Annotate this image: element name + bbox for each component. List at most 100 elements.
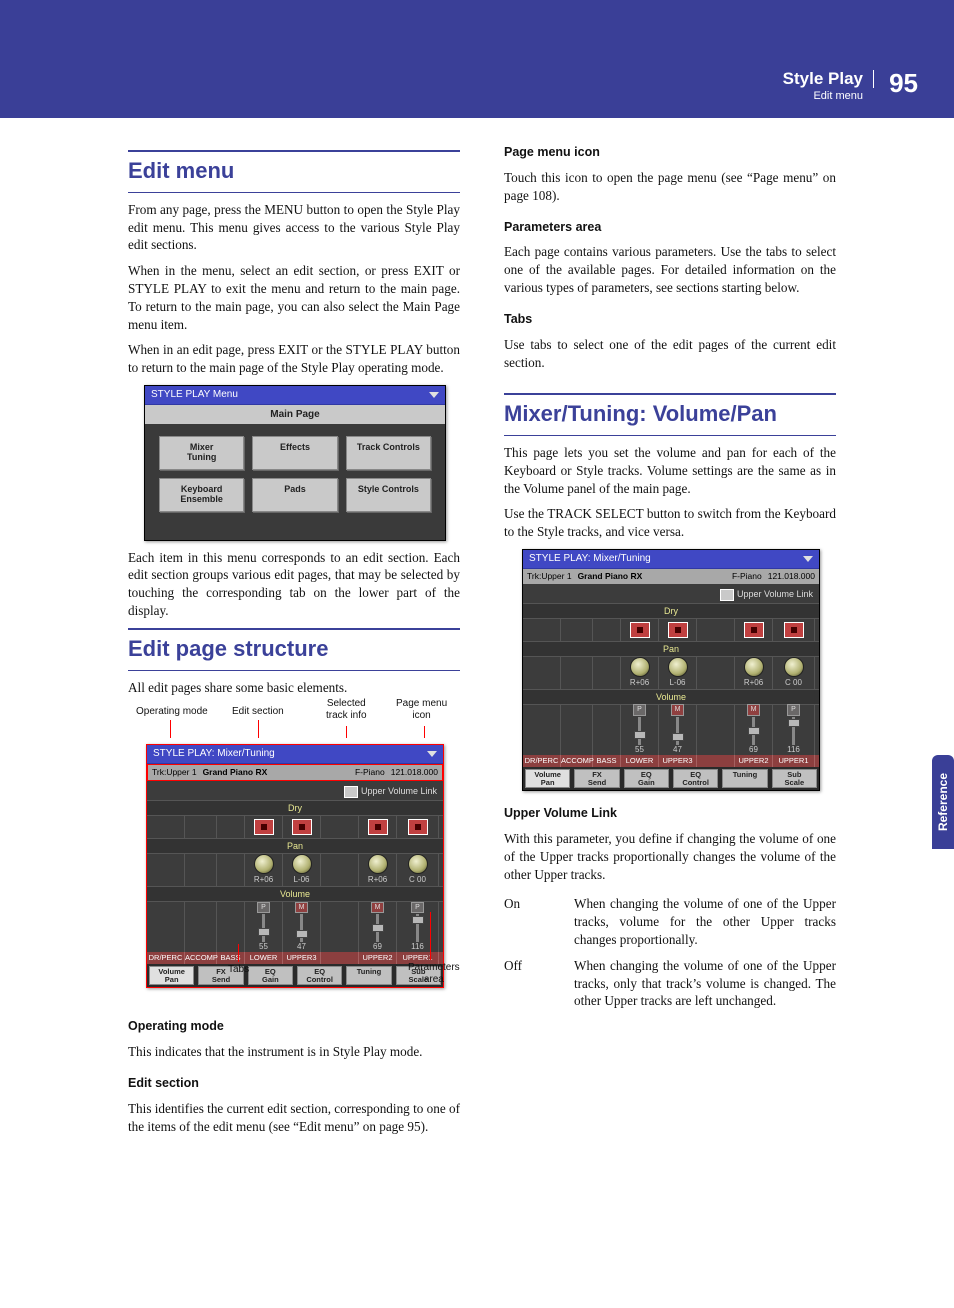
- screenshot-style-play-menu: STYLE PLAY Menu Main Page Mixer Tuning E…: [144, 385, 446, 541]
- mute-icon[interactable]: [368, 819, 388, 835]
- side-tab-reference: Reference: [932, 755, 954, 849]
- paragraph: When in an edit page, press EXIT or the …: [128, 341, 460, 377]
- menu-mixer-tuning[interactable]: Mixer Tuning: [159, 436, 244, 470]
- dropdown-icon[interactable]: [427, 751, 437, 757]
- status-badge: M: [671, 704, 684, 715]
- paragraph: When in the menu, select an edit section…: [128, 262, 460, 333]
- tab-volume-pan[interactable]: Volume Pan: [149, 966, 194, 985]
- pan-knob[interactable]: [292, 854, 312, 874]
- label-edit-section: Edit section: [232, 706, 284, 718]
- volume-fader[interactable]: [634, 731, 646, 739]
- def-body-off: When changing the volume of one of the U…: [574, 953, 836, 1014]
- paragraph: With this parameter, you define if chang…: [504, 830, 836, 883]
- dry-label: Dry: [147, 800, 443, 816]
- track-name: Grand Piano RX: [203, 767, 349, 778]
- main-page-label[interactable]: Main Page: [145, 405, 445, 425]
- menu-style-controls[interactable]: Style Controls: [346, 478, 431, 512]
- sub-upper-volume-link: Upper Volume Link: [504, 805, 836, 822]
- menu-title-bar: STYLE PLAY Menu: [145, 386, 445, 405]
- paragraph: This indicates that the instrument is in…: [128, 1043, 460, 1061]
- menu-effects[interactable]: Effects: [252, 436, 337, 470]
- dropdown-icon[interactable]: [429, 392, 439, 398]
- menu-keyboard-ensemble[interactable]: Keyboard Ensemble: [159, 478, 244, 512]
- tab-volume-pan[interactable]: Volume Pan: [525, 769, 570, 788]
- label-params: Parameters area: [408, 962, 460, 985]
- volume-fader[interactable]: [748, 727, 760, 735]
- uvl-checkbox[interactable]: [720, 589, 734, 601]
- tab-eq-gain[interactable]: EQ Gain: [624, 769, 669, 788]
- page-header: Style Play Edit menu 95: [0, 0, 954, 118]
- mute-icon[interactable]: [408, 819, 428, 835]
- volume-label: Volume: [147, 886, 443, 902]
- dropdown-icon[interactable]: [803, 556, 813, 562]
- bank-id: 121.018.000: [391, 767, 438, 778]
- tab-tuning[interactable]: Tuning: [722, 769, 767, 788]
- status-badge: P: [787, 704, 800, 715]
- mixer-screenshot-annotated: STYLE PLAY: Mixer/Tuning Trk:Upper 1 Gra…: [146, 744, 444, 988]
- def-term-on: On: [504, 891, 574, 952]
- paragraph: Use the TRACK SELECT button to switch fr…: [504, 505, 836, 541]
- menu-title: STYLE PLAY Menu: [151, 388, 238, 402]
- status-badge: M: [747, 704, 760, 715]
- sound-name: F-Piano: [732, 571, 762, 582]
- pan-knob[interactable]: [254, 854, 274, 874]
- tab-eq-gain[interactable]: EQ Gain: [248, 966, 293, 985]
- mute-icon[interactable]: [784, 622, 804, 638]
- uvl-checkbox[interactable]: [344, 786, 358, 798]
- pan-knob[interactable]: [408, 854, 428, 874]
- mute-icon[interactable]: [630, 622, 650, 638]
- label-track-info: Selected track info: [326, 698, 367, 721]
- volume-fader[interactable]: [672, 733, 684, 741]
- sound-name: F-Piano: [355, 767, 385, 778]
- paragraph: Each item in this menu corresponds to an…: [128, 549, 460, 620]
- mute-icon[interactable]: [668, 622, 688, 638]
- mute-icon[interactable]: [254, 819, 274, 835]
- mixer-screenshot: STYLE PLAY: Mixer/Tuning Trk:Upper 1 Gra…: [522, 549, 820, 791]
- sub-operating-mode: Operating mode: [128, 1018, 460, 1035]
- left-column: Edit menu From any page, press the MENU …: [128, 144, 460, 1144]
- mute-icon[interactable]: [292, 819, 312, 835]
- pan-label: Pan: [523, 641, 819, 657]
- label-page-menu-icon: Page menu icon: [396, 698, 447, 721]
- tab-sub-scale[interactable]: Sub Scale: [772, 769, 817, 788]
- status-badge: P: [411, 902, 424, 913]
- mute-icon[interactable]: [744, 622, 764, 638]
- header-chapter: Style Play: [783, 70, 874, 88]
- mixer-title: STYLE PLAY: Mixer/Tuning: [153, 748, 275, 759]
- section-edit-page-structure: Edit page structure: [128, 628, 460, 671]
- menu-track-controls[interactable]: Track Controls: [346, 436, 431, 470]
- def-body-on: When changing the volume of one of the U…: [574, 891, 836, 952]
- volume-fader[interactable]: [788, 719, 800, 727]
- definition-list: On When changing the volume of one of th…: [504, 891, 836, 1014]
- uvl-label: Upper Volume Link: [361, 786, 437, 796]
- tab-tuning[interactable]: Tuning: [346, 966, 391, 985]
- paragraph: All edit pages share some basic elements…: [128, 679, 460, 697]
- menu-grid: Mixer Tuning Effects Track Controls Keyb…: [145, 424, 445, 540]
- header-page-number: 95: [889, 68, 918, 99]
- sub-edit-section: Edit section: [128, 1075, 460, 1092]
- tab-eq-control[interactable]: EQ Control: [297, 966, 342, 985]
- mixer-title: STYLE PLAY: Mixer/Tuning: [529, 552, 651, 566]
- label-tabs: Tabs: [228, 964, 249, 976]
- pan-knob[interactable]: [368, 854, 388, 874]
- sub-page-menu-icon: Page menu icon: [504, 144, 836, 161]
- paragraph: Touch this icon to open the page menu (s…: [504, 169, 836, 205]
- paragraph: Use tabs to select one of the edit pages…: [504, 336, 836, 372]
- track-name: Grand Piano RX: [578, 571, 726, 582]
- status-badge: P: [257, 902, 270, 913]
- track-id: Trk:Upper 1: [152, 767, 197, 778]
- pan-knob[interactable]: [630, 657, 650, 677]
- paragraph: Each page contains various parameters. U…: [504, 243, 836, 296]
- label-operating-mode: Operating mode: [136, 706, 208, 718]
- tab-eq-control[interactable]: EQ Control: [673, 769, 718, 788]
- pan-knob[interactable]: [744, 657, 764, 677]
- track-id: Trk:Upper 1: [527, 571, 572, 582]
- volume-label: Volume: [523, 689, 819, 705]
- menu-pads[interactable]: Pads: [252, 478, 337, 512]
- status-badge: M: [371, 902, 384, 913]
- pan-knob[interactable]: [784, 657, 804, 677]
- tab-fx-send[interactable]: FX Send: [574, 769, 619, 788]
- paragraph: This identifies the current edit section…: [128, 1100, 460, 1136]
- pan-knob[interactable]: [668, 657, 688, 677]
- pan-label: Pan: [147, 838, 443, 854]
